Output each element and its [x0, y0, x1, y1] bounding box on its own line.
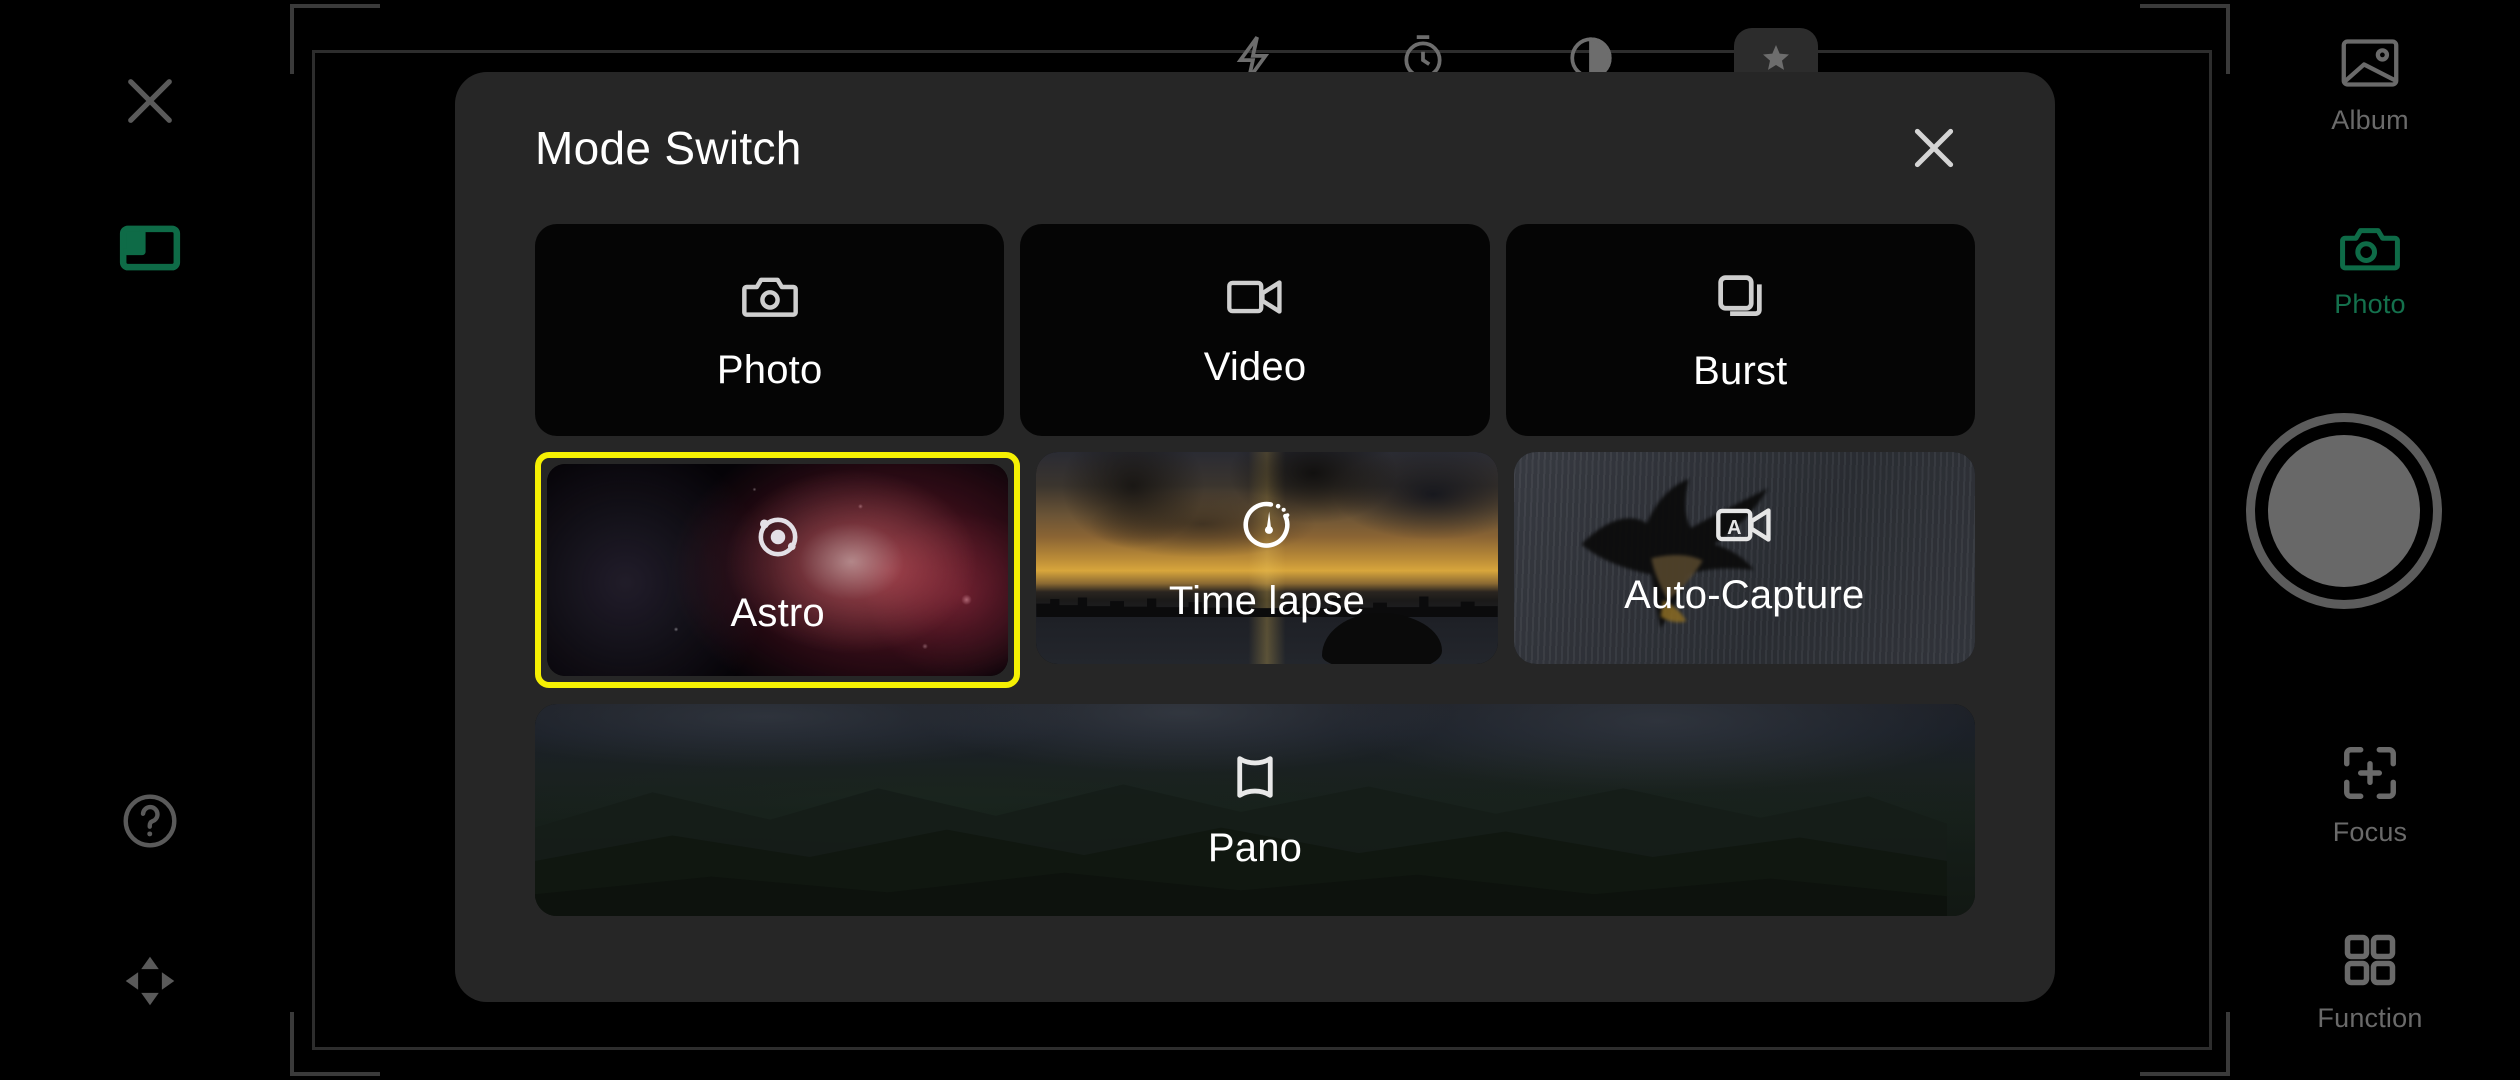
- mode-tile-photo[interactable]: Photo: [535, 224, 1005, 436]
- mode-tile-burst[interactable]: Burst: [1505, 224, 1975, 436]
- auto-video-camera-icon: A: [1715, 502, 1773, 553]
- grid-2x2-icon: [2340, 930, 2400, 995]
- rail-item-photo[interactable]: Photo: [2220, 222, 2520, 318]
- shutter-button[interactable]: [2246, 413, 2442, 609]
- mode-tile-video[interactable]: Video: [1020, 224, 1490, 436]
- svg-text:A: A: [1727, 516, 1741, 538]
- shutter-core: [2268, 435, 2420, 587]
- mode-label-video: Video: [1203, 344, 1307, 389]
- left-rail: [0, 0, 300, 1080]
- panorama-icon: [1226, 753, 1284, 806]
- help-button[interactable]: [0, 790, 300, 867]
- stacked-squares-icon: [1713, 270, 1767, 329]
- mode-label-burst: Burst: [1693, 348, 1788, 393]
- mode-row: Astro Time lapse A Auto-Capture: [535, 452, 1975, 688]
- rail-label-photo: Photo: [2334, 289, 2406, 319]
- camera-app-root: Album Photo Focus Function Mode Switch P…: [0, 0, 2520, 1080]
- mode-label-pano: Pano: [1207, 825, 1303, 870]
- dialog-header: Mode Switch: [535, 72, 1975, 224]
- mode-label-astro: Astro: [730, 590, 825, 635]
- rail-label-album: Album: [2331, 105, 2409, 135]
- mode-tile-pano[interactable]: Pano: [535, 704, 1975, 916]
- mode-grid: Photo Video Burst Astro Time lapse A Aut…: [535, 224, 1975, 916]
- pan-control-button[interactable]: [0, 950, 300, 1027]
- rail-item-focus[interactable]: Focus: [2220, 742, 2520, 846]
- mode-selection-ring: Astro: [535, 452, 1021, 688]
- pip-layout-button[interactable]: [0, 225, 300, 286]
- mode-switch-dialog: Mode Switch Photo Video Burst Astro Time…: [455, 72, 2055, 1002]
- close-icon: [117, 68, 183, 139]
- mode-label-auto-capture: Auto-Capture: [1624, 572, 1865, 617]
- mode-tile-time-lapse[interactable]: Time lapse: [1036, 452, 1498, 664]
- mode-label-time-lapse: Time lapse: [1168, 578, 1366, 623]
- video-camera-icon: [1226, 274, 1284, 325]
- pan-arrows-icon: [119, 950, 181, 1017]
- close-preview-button[interactable]: [0, 68, 300, 149]
- mode-row: Photo Video Burst: [535, 224, 1975, 436]
- rail-item-function[interactable]: Function: [2220, 930, 2520, 1032]
- orbit-icon: [749, 508, 807, 571]
- mode-row: Pano: [535, 704, 1975, 916]
- focus-target-icon: [2339, 742, 2401, 809]
- mode-tile-astro[interactable]: Astro: [547, 464, 1009, 676]
- help-circle-icon: [119, 790, 181, 857]
- rail-item-album[interactable]: Album: [2220, 34, 2520, 134]
- camera-icon: [741, 271, 799, 328]
- rail-label-focus: Focus: [2332, 817, 2408, 847]
- image-icon: [2339, 34, 2401, 97]
- mode-label-photo: Photo: [716, 347, 823, 392]
- eagle-silhouette: [1581, 478, 1769, 628]
- camera-icon: [2339, 222, 2401, 281]
- dialog-title: Mode Switch: [535, 122, 802, 174]
- stopwatch-icon: [1238, 496, 1296, 559]
- close-icon[interactable]: [1899, 113, 1969, 183]
- pip-layout-icon: [119, 225, 181, 276]
- mode-tile-auto-capture[interactable]: A Auto-Capture: [1513, 452, 1975, 664]
- rail-label-function: Function: [2317, 1003, 2423, 1033]
